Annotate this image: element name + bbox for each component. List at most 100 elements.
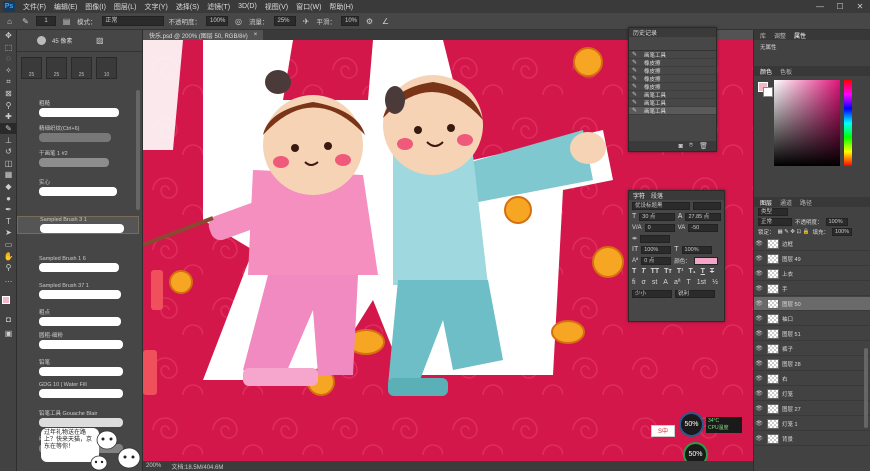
half-icon[interactable]: ½ bbox=[712, 279, 718, 286]
history-item[interactable]: ✎ 橡皮擦 bbox=[629, 67, 716, 75]
history-item[interactable]: ✎ 橡皮擦 bbox=[629, 83, 716, 91]
brush-preset-item[interactable]: 圆粗-细粉 bbox=[17, 333, 139, 349]
brush-preset-item[interactable]: 实心 bbox=[17, 180, 139, 196]
eyedropper-tool-icon[interactable]: ⚲ bbox=[0, 100, 17, 112]
brush-preset-item[interactable]: Sampled Brush 1 6 bbox=[17, 256, 139, 272]
layer-row[interactable]: 👁 袖口 bbox=[754, 312, 870, 326]
brush-preset-item[interactable]: 铅笔工具 Gouache Blair bbox=[17, 411, 139, 427]
visibility-eye-icon[interactable]: 👁 bbox=[754, 300, 764, 307]
brush-size-picker[interactable]: 1 bbox=[36, 16, 56, 26]
zoom-tool-icon[interactable]: ⚲ bbox=[0, 262, 17, 274]
layer-row[interactable]: 👁 背景 bbox=[754, 432, 870, 446]
layer-row[interactable]: 👁 图层 51 bbox=[754, 327, 870, 341]
minimize-button[interactable]: — bbox=[810, 0, 830, 13]
layer-row[interactable]: 👁 图层 49 bbox=[754, 252, 870, 266]
type-tool-icon[interactable]: T bbox=[0, 216, 17, 228]
underline-icon[interactable]: T bbox=[701, 268, 705, 275]
language-select[interactable]: 少小 bbox=[632, 289, 672, 298]
menu-file[interactable]: 文件(F) bbox=[19, 2, 50, 12]
brush-preset-item[interactable]: Sampled Brush 37 1 bbox=[17, 283, 139, 299]
history-item[interactable]: ✎ 画笔工具 bbox=[629, 99, 716, 107]
brush-preset-item[interactable]: 精细织纹(Ctrl+6) bbox=[17, 126, 139, 142]
angle-icon[interactable]: ∠ bbox=[380, 16, 391, 26]
tab-swatches[interactable]: 色板 bbox=[780, 67, 792, 76]
lock-icons[interactable]: ▦ ✎ ✥ ⊡ 🔒 bbox=[778, 229, 810, 235]
history-item[interactable]: ✎ 画笔工具 bbox=[629, 51, 716, 59]
visibility-eye-icon[interactable]: 👁 bbox=[754, 360, 764, 367]
bg-color-swatch[interactable] bbox=[763, 87, 773, 97]
pressure-opacity-icon[interactable]: ◎ bbox=[233, 16, 244, 26]
horizontal-scale-input[interactable]: 100% bbox=[681, 245, 712, 254]
font-family-select[interactable]: 优设标题黑 bbox=[632, 201, 690, 210]
blend-mode-select[interactable]: 正常 bbox=[758, 218, 792, 226]
history-item[interactable]: ✎ 画笔工具 bbox=[629, 91, 716, 99]
visibility-eye-icon[interactable]: 👁 bbox=[754, 390, 764, 397]
layer-row[interactable]: 👁 边框 bbox=[754, 237, 870, 251]
faux-italic-icon[interactable]: T bbox=[641, 268, 645, 275]
fraction-icon[interactable]: T bbox=[686, 279, 690, 286]
vertical-scale-input[interactable]: 100% bbox=[641, 245, 672, 254]
flow-input[interactable]: 25% bbox=[273, 16, 296, 26]
tab-channels[interactable]: 通道 bbox=[780, 198, 792, 207]
ligature-icon[interactable]: fi bbox=[632, 279, 636, 286]
layer-row[interactable]: 👁 手 bbox=[754, 282, 870, 296]
mode-select[interactable]: 正常 bbox=[101, 16, 164, 26]
menu-help[interactable]: 帮助(H) bbox=[325, 2, 357, 12]
tsume-input[interactable] bbox=[640, 234, 671, 243]
menu-filter[interactable]: 滤镜(T) bbox=[203, 2, 234, 12]
visibility-eye-icon[interactable]: 👁 bbox=[754, 285, 764, 292]
marquee-tool-icon[interactable]: ⬚ bbox=[0, 42, 17, 54]
brush-settings-icon[interactable]: ▤ bbox=[61, 16, 72, 26]
tab-color[interactable]: 颜色 bbox=[760, 67, 772, 76]
ordinal-icon[interactable]: aª bbox=[674, 279, 680, 286]
menu-3d[interactable]: 3D(D) bbox=[234, 3, 261, 10]
ime-indicator[interactable]: S中 bbox=[651, 425, 675, 437]
strikethrough-icon[interactable]: T bbox=[710, 268, 714, 275]
menu-layer[interactable]: 图层(L) bbox=[110, 2, 141, 12]
history-panel-title[interactable]: 历史记录 bbox=[633, 28, 657, 37]
zoom-level[interactable]: 200% bbox=[146, 463, 161, 469]
menu-image[interactable]: 图像(I) bbox=[81, 2, 110, 12]
visibility-eye-icon[interactable]: 👁 bbox=[754, 270, 764, 277]
maximize-button[interactable]: ☐ bbox=[830, 0, 850, 13]
visibility-eye-icon[interactable]: 👁 bbox=[754, 375, 764, 382]
history-brush-tool-icon[interactable]: ↺ bbox=[0, 146, 17, 158]
stylistic-icon[interactable]: st bbox=[652, 279, 657, 286]
fill-input[interactable]: 100% bbox=[832, 228, 853, 236]
visibility-eye-icon[interactable]: 👁 bbox=[754, 345, 764, 352]
tab-paragraph[interactable]: 段落 bbox=[651, 191, 663, 200]
layer-row[interactable]: 👁 图层 50 bbox=[754, 297, 870, 311]
quick-select-tool-icon[interactable]: ✧ bbox=[0, 65, 17, 77]
menu-window[interactable]: 窗口(W) bbox=[292, 2, 325, 12]
brush-size-value[interactable]: 45 像素 bbox=[52, 36, 72, 45]
superscript-icon[interactable]: T¹ bbox=[677, 268, 684, 275]
hand-tool-icon[interactable]: ✋ bbox=[0, 250, 17, 262]
layer-row[interactable]: 👁 裤子 bbox=[754, 342, 870, 356]
brush-tool-icon[interactable]: ✎ bbox=[0, 122, 17, 135]
eraser-tool-icon[interactable]: ◫ bbox=[0, 158, 17, 170]
new-brush-icon[interactable]: ▨ bbox=[96, 36, 106, 46]
oldstyle-icon[interactable]: 1st bbox=[697, 279, 706, 286]
brush-preset[interactable]: 10 bbox=[96, 57, 117, 79]
layer-row[interactable]: 👁 右 bbox=[754, 372, 870, 386]
tab-properties[interactable]: 属性 bbox=[794, 31, 806, 40]
path-select-tool-icon[interactable]: ➤ bbox=[0, 227, 17, 239]
layer-row[interactable]: 👁 图层 27 bbox=[754, 402, 870, 416]
pen-tool-icon[interactable]: ✒ bbox=[0, 204, 17, 216]
close-window-button[interactable]: ✕ bbox=[850, 0, 870, 13]
airbrush-icon[interactable]: ✈ bbox=[301, 16, 312, 26]
visibility-eye-icon[interactable]: 👁 bbox=[754, 405, 764, 412]
visibility-eye-icon[interactable]: 👁 bbox=[754, 240, 764, 247]
visibility-eye-icon[interactable]: 👁 bbox=[754, 315, 764, 322]
history-item[interactable]: ✎ 橡皮擦 bbox=[629, 59, 716, 67]
tab-libraries[interactable]: 库 bbox=[760, 31, 766, 40]
visibility-eye-icon[interactable]: 👁 bbox=[754, 330, 764, 337]
trash-icon[interactable]: 🗑 bbox=[699, 142, 708, 150]
camera-icon[interactable]: ⌾ bbox=[689, 142, 693, 150]
layer-kind-filter[interactable]: 类型 bbox=[758, 208, 788, 216]
history-snapshot[interactable] bbox=[629, 37, 716, 51]
healing-tool-icon[interactable]: ✚ bbox=[0, 111, 17, 123]
shape-tool-icon[interactable]: ▭ bbox=[0, 239, 17, 251]
home-icon[interactable]: ⌂ bbox=[4, 16, 15, 26]
menu-select[interactable]: 选择(S) bbox=[172, 2, 203, 12]
